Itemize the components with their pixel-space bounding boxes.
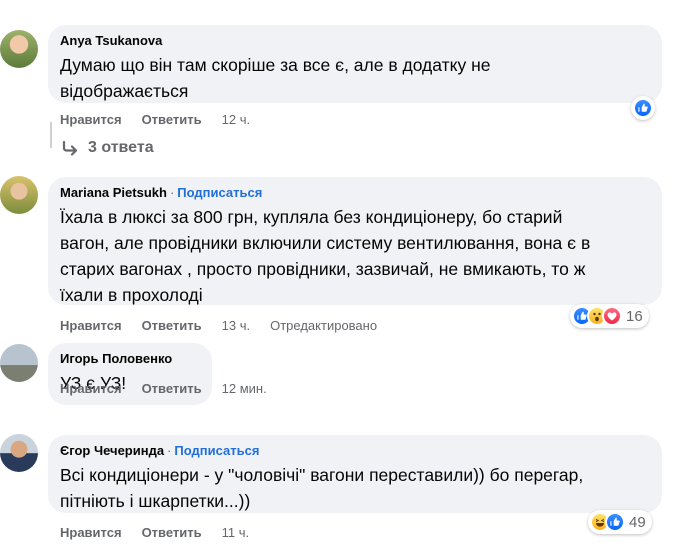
comment-timestamp[interactable]: 12 мин.: [222, 381, 267, 396]
reaction-count: 16: [626, 307, 643, 325]
comment-actions: Нравится Ответить 13 ч. Отредактировано: [60, 318, 377, 333]
comment-bubble: Mariana Pietsukh · Подписаться Їхала в люк…: [48, 177, 662, 305]
reply-arrow-icon: [62, 140, 78, 156]
like-button[interactable]: Нравится: [60, 525, 122, 540]
comment-author[interactable]: Игорь Половенко: [60, 351, 172, 366]
replies-count[interactable]: 3 ответа: [88, 139, 154, 157]
thread-line: [50, 122, 52, 148]
comment-text: Думаю що він там скоріше за все є, але в…: [60, 55, 491, 101]
reaction-count: 49: [629, 513, 646, 531]
comment-author[interactable]: Єгор Чечеринда: [60, 443, 164, 458]
comment-actions: Нравится Ответить 11 ч.: [60, 525, 269, 540]
reactions-summary[interactable]: [631, 96, 655, 120]
reactions-summary[interactable]: 49: [588, 510, 652, 534]
avatar[interactable]: [0, 176, 38, 214]
like-icon: [605, 512, 625, 532]
avatar[interactable]: [0, 344, 38, 382]
reactions-summary[interactable]: 16: [570, 304, 649, 328]
like-button[interactable]: Нравится: [60, 381, 122, 396]
reply-button[interactable]: Ответить: [142, 318, 202, 333]
separator-dot: ·: [167, 443, 172, 458]
comment-author[interactable]: Mariana Pietsukh: [60, 185, 167, 200]
reply-button[interactable]: Ответить: [142, 381, 202, 396]
follow-button[interactable]: Подписаться: [177, 185, 262, 200]
comment-bubble: Єгор Чечеринда · Подписаться Всі кондиціон…: [48, 435, 662, 513]
comment-actions: Нравится Ответить 12 ч.: [60, 112, 270, 127]
like-icon: [633, 98, 653, 118]
avatar[interactable]: [0, 30, 38, 68]
edited-label: Отредактировано: [270, 318, 378, 333]
view-replies-link[interactable]: 3 ответа: [62, 139, 154, 157]
comment-author[interactable]: Anya Tsukanova: [60, 33, 162, 48]
comment-timestamp[interactable]: 13 ч.: [222, 318, 250, 333]
follow-button[interactable]: Подписаться: [174, 443, 259, 458]
comment-text: Їхала в люксі за 800 грн, купляла без ко…: [60, 207, 591, 305]
like-button[interactable]: Нравится: [60, 318, 122, 333]
love-icon: [602, 306, 622, 326]
comment-timestamp[interactable]: 12 ч.: [222, 112, 250, 127]
comment-text: Всі кондиціонери - у "чоловічі" вагони п…: [60, 465, 584, 511]
comment-actions: Нравится Ответить 12 мин.: [60, 381, 287, 396]
avatar[interactable]: [0, 434, 38, 472]
reply-button[interactable]: Ответить: [142, 112, 202, 127]
separator-dot: ·: [169, 185, 175, 200]
like-button[interactable]: Нравится: [60, 112, 122, 127]
reply-button[interactable]: Ответить: [142, 525, 202, 540]
comment-timestamp[interactable]: 11 ч.: [222, 525, 250, 540]
comment-bubble: Anya Tsukanova Думаю що він там скоріше …: [48, 25, 662, 103]
